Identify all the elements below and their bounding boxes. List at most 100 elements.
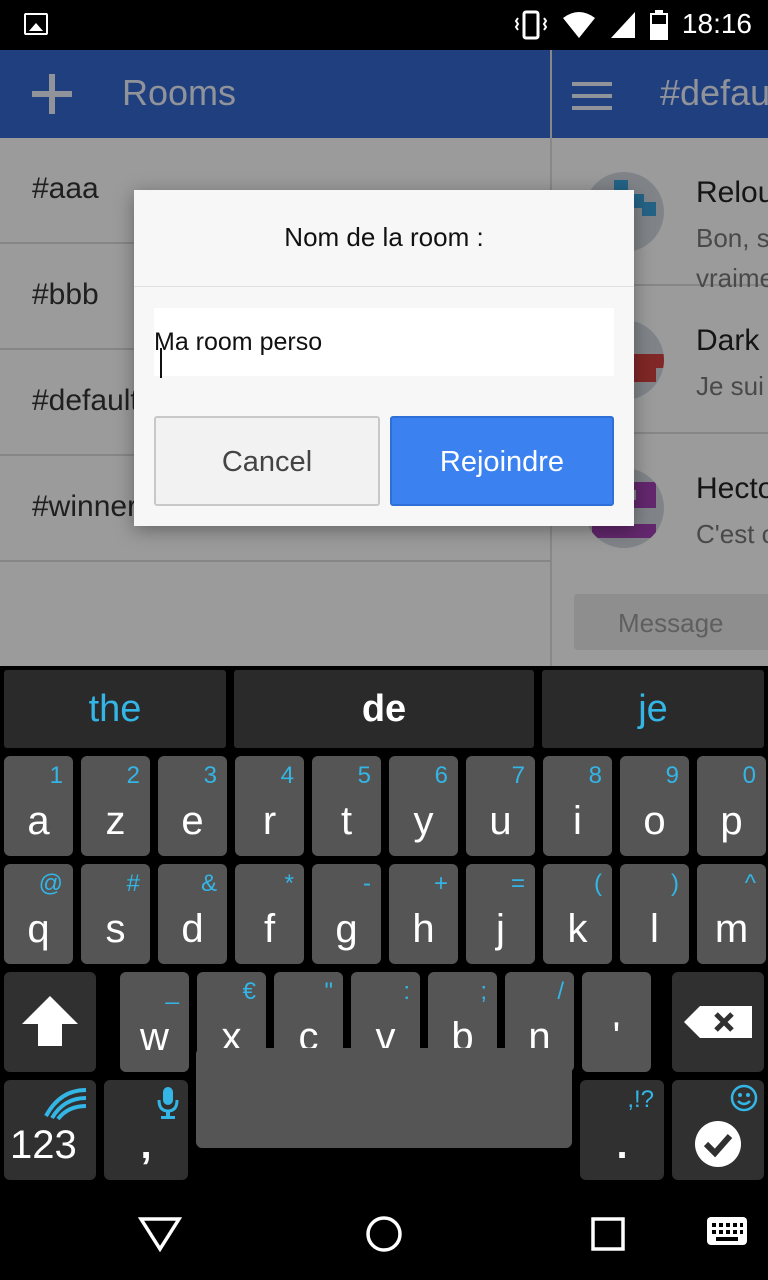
key-label: r bbox=[262, 799, 277, 843]
emoji-icon bbox=[730, 1084, 758, 1112]
key[interactable]: 5t bbox=[312, 756, 381, 856]
key-alt-label: ) bbox=[671, 870, 679, 897]
key-label: q bbox=[27, 907, 50, 951]
key-alt-label: € bbox=[242, 978, 256, 1005]
key[interactable]: 4r bbox=[235, 756, 304, 856]
key-label: y bbox=[413, 799, 434, 843]
key-label: u bbox=[489, 799, 512, 843]
key-alt-label: @ bbox=[38, 870, 63, 897]
key[interactable]: + h bbox=[389, 864, 458, 964]
key-label: g bbox=[335, 907, 358, 951]
shift-key[interactable] bbox=[4, 972, 96, 1072]
key[interactable]: 9o bbox=[620, 756, 689, 856]
key-alt-label: * bbox=[284, 870, 294, 897]
key-alt-label: 5 bbox=[357, 762, 371, 789]
key[interactable]: 1a bbox=[4, 756, 73, 856]
key-label: a bbox=[27, 799, 50, 843]
suggestion-right[interactable]: je bbox=[542, 670, 764, 748]
cancel-button[interactable]: Cancel bbox=[154, 416, 380, 506]
key[interactable]: 6y bbox=[389, 756, 458, 856]
dialog-title: Nom de la room : bbox=[284, 222, 484, 252]
wifi-icon bbox=[563, 12, 595, 38]
key-alt-label: - bbox=[363, 870, 371, 897]
room-name-input[interactable]: Ma room perso bbox=[154, 308, 614, 378]
key-alt-label: 4 bbox=[280, 762, 294, 789]
key[interactable]: @ q bbox=[4, 864, 73, 964]
key[interactable]: 0p bbox=[697, 756, 766, 856]
signal-icon bbox=[611, 12, 635, 38]
key-label: ' bbox=[612, 1015, 621, 1059]
key-alt-label: : bbox=[403, 978, 410, 1005]
backspace-key[interactable] bbox=[672, 972, 764, 1072]
swiftkey-logo-icon bbox=[44, 1088, 87, 1120]
join-button[interactable]: Rejoindre bbox=[390, 416, 614, 506]
suggestion-left[interactable]: the bbox=[4, 670, 226, 748]
key-alt-label: 8 bbox=[588, 762, 602, 789]
key-label: s bbox=[105, 907, 126, 951]
key-alt-label: # bbox=[126, 870, 140, 897]
key[interactable]: (k bbox=[543, 864, 612, 964]
home-icon[interactable] bbox=[364, 1214, 404, 1254]
key-alt-label: & bbox=[200, 870, 217, 897]
space-key[interactable] bbox=[196, 1048, 572, 1148]
key-alt-label: ^ bbox=[744, 870, 756, 897]
period-key[interactable]: ,!? . bbox=[580, 1080, 664, 1180]
key[interactable]: 2z bbox=[81, 756, 150, 856]
period-key-label: . bbox=[616, 1123, 628, 1167]
clock: 18:16 bbox=[681, 8, 752, 39]
key-alt-label: 6 bbox=[434, 762, 448, 789]
room-name-value: Ma room perso bbox=[154, 328, 322, 378]
shift-icon bbox=[22, 996, 78, 1046]
key[interactable]: # s bbox=[81, 864, 150, 964]
numbers-key[interactable]: 123 bbox=[4, 1080, 96, 1180]
keyboard-icon[interactable] bbox=[706, 1216, 748, 1246]
key-label: d bbox=[181, 907, 204, 951]
recents-icon[interactable] bbox=[590, 1216, 626, 1252]
text-cursor bbox=[160, 348, 162, 378]
key-alt-label: _ bbox=[165, 978, 179, 1005]
suggestion-center[interactable]: de bbox=[234, 670, 534, 748]
key-alt-label: 1 bbox=[49, 762, 63, 789]
room-name-dialog: Nom de la room : Ma room perso Cancel Re… bbox=[134, 190, 634, 526]
key[interactable]: 8i bbox=[543, 756, 612, 856]
key-label: p bbox=[720, 799, 743, 843]
key-alt-label: " bbox=[324, 978, 333, 1005]
key-alt-label: = bbox=[510, 870, 525, 897]
key-label: i bbox=[573, 799, 582, 843]
key[interactable]: & d bbox=[158, 864, 227, 964]
key[interactable]: * f bbox=[235, 864, 304, 964]
key[interactable]: = j bbox=[466, 864, 535, 964]
key-label: w bbox=[140, 1015, 169, 1059]
comma-key-label: , bbox=[140, 1123, 152, 1167]
key[interactable]: ^ m bbox=[697, 864, 766, 964]
key-label: e bbox=[181, 799, 204, 843]
status-icons bbox=[514, 10, 668, 40]
microphone-icon bbox=[157, 1087, 179, 1119]
key-alt-label: 2 bbox=[126, 762, 140, 789]
checkmark-icon bbox=[695, 1121, 741, 1167]
key-alt-label: 7 bbox=[511, 762, 525, 789]
back-icon[interactable] bbox=[138, 1216, 182, 1252]
key-label: t bbox=[340, 799, 353, 843]
key-label: l bbox=[650, 907, 659, 951]
key[interactable]: -g bbox=[312, 864, 381, 964]
key-label: o bbox=[643, 799, 666, 843]
navigation-bar bbox=[0, 1186, 768, 1280]
key-label: f bbox=[263, 907, 276, 951]
battery-icon bbox=[650, 10, 668, 40]
image-notification-icon bbox=[24, 13, 48, 35]
key[interactable]: ) l bbox=[620, 864, 689, 964]
key[interactable]: 3e bbox=[158, 756, 227, 856]
key-alt-label: 9 bbox=[665, 762, 679, 789]
key-label: k bbox=[567, 907, 588, 951]
key[interactable]: 7u bbox=[466, 756, 535, 856]
key-alt-label: + bbox=[433, 870, 448, 897]
key[interactable]: _ w bbox=[120, 972, 189, 1072]
key[interactable]: ' bbox=[582, 972, 651, 1072]
dialog-divider bbox=[134, 286, 634, 287]
period-key-alt: ,!? bbox=[627, 1086, 654, 1113]
soft-keyboard: the de je 1a2z3e4r5t6y7u8i9o0p @ q # s & d * f -… bbox=[0, 666, 768, 1186]
key-label: j bbox=[496, 907, 505, 951]
enter-key[interactable] bbox=[672, 1080, 764, 1180]
comma-key[interactable]: , bbox=[104, 1080, 188, 1180]
